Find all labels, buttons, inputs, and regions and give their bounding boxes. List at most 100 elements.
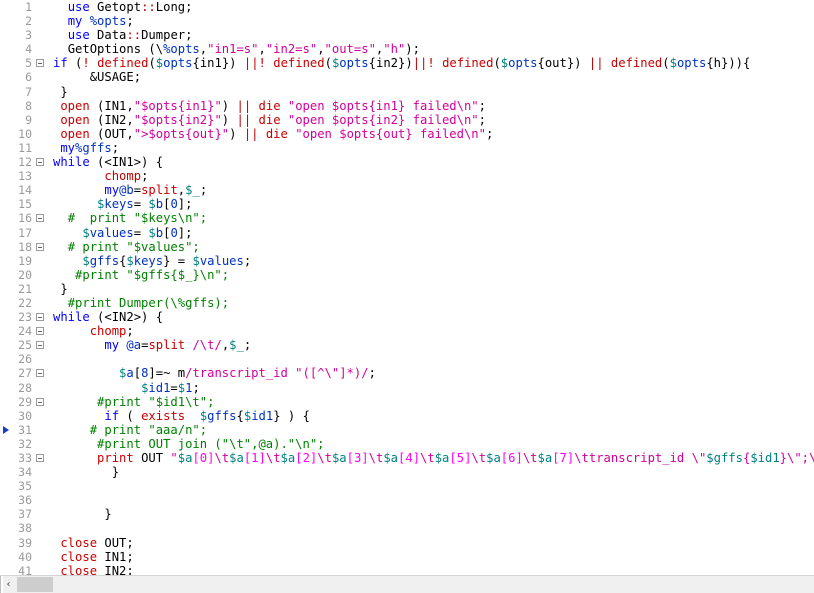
code-line[interactable]: 6 &USAGE;: [0, 70, 814, 85]
fold-collapse-icon[interactable]: [33, 451, 47, 465]
bookmark-gutter[interactable]: [0, 14, 12, 29]
bookmark-gutter[interactable]: [0, 310, 12, 325]
code-line[interactable]: 3 use Data::Dumper;: [0, 28, 814, 43]
code-line[interactable]: 33 print OUT "$a[0]\t$a[1]\t$a[2]\t$a[3]…: [0, 451, 814, 466]
code-line[interactable]: 18 # print "$values";: [0, 239, 814, 254]
code-line[interactable]: 21 }: [0, 281, 814, 296]
bookmark-gutter[interactable]: [0, 155, 12, 170]
bookmark-gutter[interactable]: [0, 239, 12, 254]
horizontal-scrollbar[interactable]: ‹: [0, 575, 814, 593]
bookmark-gutter[interactable]: [0, 394, 12, 409]
bookmark-gutter[interactable]: [0, 183, 12, 198]
bookmark-gutter[interactable]: [0, 507, 12, 522]
bookmark-gutter[interactable]: [0, 42, 12, 57]
line-number: 12: [18, 155, 32, 170]
bookmark-gutter[interactable]: [0, 56, 12, 71]
code-line[interactable]: 16 # print "$keys\n";: [0, 211, 814, 226]
code-line[interactable]: 12 while (<IN1>) {: [0, 155, 814, 170]
code-line[interactable]: 35: [0, 479, 814, 494]
code-line[interactable]: 38: [0, 521, 814, 536]
code-line[interactable]: 1 use Getopt::Long;: [0, 0, 814, 15]
horizontal-scroll-track[interactable]: [53, 576, 814, 593]
fold-collapse-icon[interactable]: [33, 240, 47, 254]
code-line[interactable]: 29 #print "$id1\t";: [0, 394, 814, 409]
fold-collapse-icon[interactable]: [33, 395, 47, 409]
bookmark-gutter[interactable]: [0, 281, 12, 296]
bookmark-gutter[interactable]: [0, 197, 12, 212]
code-line[interactable]: 8 open (IN1,"$opts{in1}") || die "open $…: [0, 98, 814, 113]
bookmark-gutter[interactable]: [0, 465, 12, 480]
bookmark-gutter[interactable]: [0, 295, 12, 311]
bookmark-gutter[interactable]: [0, 225, 12, 240]
bookmark-gutter[interactable]: [0, 563, 12, 575]
bookmark-gutter[interactable]: [0, 380, 12, 395]
code-line[interactable]: 31 # print "aaa/n";: [0, 422, 814, 437]
code-line[interactable]: 36: [0, 493, 814, 508]
bookmark-gutter[interactable]: [0, 521, 12, 536]
bookmark-gutter[interactable]: [0, 140, 12, 156]
code-line[interactable]: 25 my @a=split /\t/,$_;: [0, 338, 814, 353]
bookmark-gutter[interactable]: [0, 352, 12, 367]
code-line[interactable]: 19 $gffs{$keys} = $values;: [0, 253, 814, 268]
code-line[interactable]: 39 close OUT;: [0, 535, 814, 550]
code-line[interactable]: 32 #print OUT join ("\t",@a)."\n";: [0, 436, 814, 451]
bookmark-gutter[interactable]: [0, 126, 12, 141]
code-text-area[interactable]: 1 use Getopt::Long; 2 my %opts; 3 use Data…: [0, 0, 814, 575]
bookmark-gutter[interactable]: [0, 324, 12, 339]
bookmark-gutter[interactable]: [0, 479, 12, 494]
horizontal-scroll-thumb[interactable]: [17, 577, 53, 592]
fold-collapse-icon[interactable]: [33, 324, 47, 338]
code-line-text: $gffs{$keys} = $values;: [82, 253, 252, 268]
bookmark-gutter[interactable]: [0, 0, 12, 15]
bookmark-gutter[interactable]: [0, 28, 12, 43]
fold-collapse-icon[interactable]: [33, 366, 47, 380]
code-line[interactable]: 9 open (IN2,"$opts{in2}") || die "open $…: [0, 112, 814, 127]
bookmark-marker-icon[interactable]: [0, 422, 12, 437]
code-line[interactable]: 24 chomp;: [0, 324, 814, 339]
bookmark-gutter[interactable]: [0, 338, 12, 353]
fold-collapse-icon[interactable]: [33, 211, 47, 225]
code-line[interactable]: 28 $id1=$1;: [0, 380, 814, 395]
code-line[interactable]: 22 #print Dumper(\%gffs);: [0, 295, 814, 311]
bookmark-gutter[interactable]: [0, 366, 12, 381]
fold-collapse-icon[interactable]: [33, 310, 47, 324]
code-line[interactable]: 26: [0, 352, 814, 367]
bookmark-gutter[interactable]: [0, 98, 12, 113]
code-line[interactable]: 34 }: [0, 465, 814, 480]
code-line[interactable]: 30 if ( exists $gffs{$id1} ) {: [0, 408, 814, 423]
bookmark-gutter[interactable]: [0, 70, 12, 85]
bookmark-gutter[interactable]: [0, 253, 12, 268]
code-line[interactable]: 37 }: [0, 507, 814, 522]
code-line[interactable]: 4 GetOptions (\%opts,"in1=s","in2=s","ou…: [0, 42, 814, 57]
bookmark-gutter[interactable]: [0, 451, 12, 466]
code-line[interactable]: 15 $keys= $b[0];: [0, 197, 814, 212]
bookmark-gutter[interactable]: [0, 408, 12, 423]
bookmark-gutter[interactable]: [0, 169, 12, 184]
bookmark-gutter[interactable]: [0, 549, 12, 564]
bookmark-gutter[interactable]: [0, 211, 12, 226]
code-line[interactable]: 13 chomp;: [0, 169, 814, 184]
code-line[interactable]: 27 $a[8]=~ m/transcript_id "([^\"]*)/;: [0, 366, 814, 381]
bookmark-gutter[interactable]: [0, 267, 12, 282]
bookmark-gutter[interactable]: [0, 535, 12, 550]
code-line[interactable]: 5 if (! defined($opts{in1}) ||! defined($…: [0, 56, 814, 71]
code-line[interactable]: 17 $values= $b[0];: [0, 225, 814, 240]
fold-collapse-icon[interactable]: [33, 56, 47, 70]
fold-collapse-icon[interactable]: [33, 338, 47, 352]
code-line[interactable]: 20 #print "$gffs{$_}\n";: [0, 267, 814, 282]
bookmark-gutter[interactable]: [0, 436, 12, 451]
code-line[interactable]: 40 close IN1;: [0, 549, 814, 564]
code-line[interactable]: 14 my@b=split,$_;: [0, 183, 814, 198]
bookmark-gutter[interactable]: [0, 84, 12, 99]
code-line[interactable]: 2 my %opts;: [0, 14, 814, 29]
bookmark-gutter[interactable]: [0, 493, 12, 508]
bookmark-gutter[interactable]: [0, 112, 12, 127]
code-line[interactable]: 10 open (OUT,">$opts{out}") || die "open…: [0, 126, 814, 141]
code-line[interactable]: 23 while (<IN2>) {: [0, 310, 814, 325]
code-line[interactable]: 11 my%gffs;: [0, 140, 814, 156]
code-line[interactable]: 7 }: [0, 84, 814, 99]
code-line[interactable]: 41 close IN2;: [0, 563, 814, 575]
bookmark-triangle-icon: [3, 425, 9, 434]
fold-collapse-icon[interactable]: [33, 155, 47, 169]
fold-gutter: [33, 479, 47, 493]
